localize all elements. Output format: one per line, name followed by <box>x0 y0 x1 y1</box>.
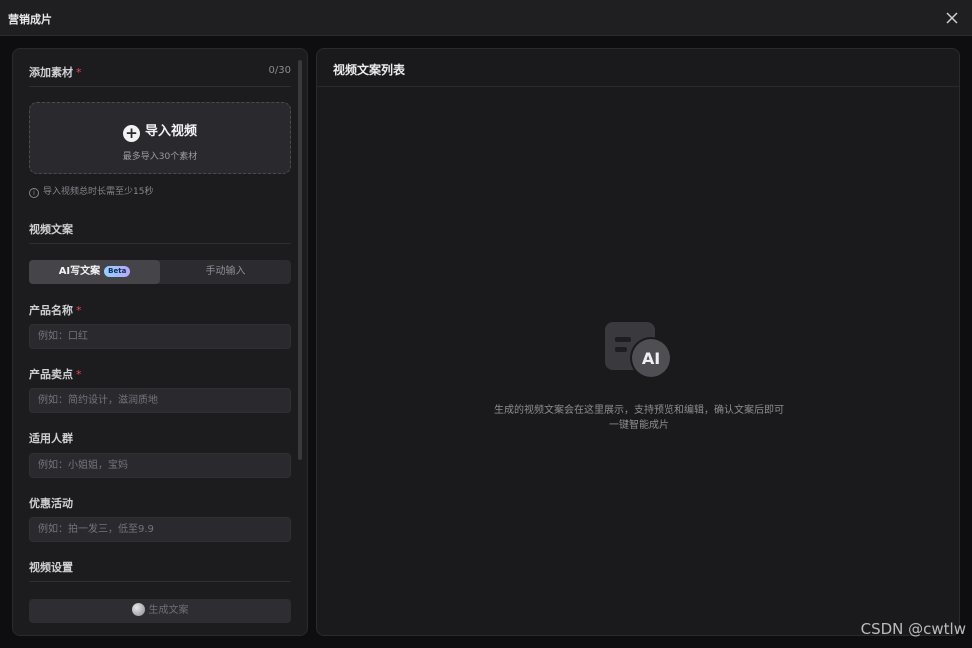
close-button[interactable] <box>942 8 962 28</box>
tab-manual-input[interactable]: 手动输入 <box>160 260 291 284</box>
promotion-label: 优惠活动 <box>29 497 73 510</box>
duration-tip: i 导入视频总时长需至少15秒 <box>29 184 153 198</box>
material-count: 0/30 <box>268 65 291 76</box>
selling-points-label: 产品卖点 * <box>29 368 82 381</box>
watermark: CSDN @cwtlw <box>860 620 966 638</box>
divider <box>29 86 291 87</box>
material-heading: 添加素材 * <box>29 66 82 79</box>
selling-points-input[interactable] <box>29 388 291 413</box>
divider <box>29 581 291 582</box>
beta-badge: Beta <box>104 266 131 277</box>
material-panel: 添加素材 * 0/30 + 导入视频 最多导入30个素材 i 导入视频总时长需至少15… <box>12 48 308 636</box>
import-video-title: + 导入视频 <box>30 120 290 142</box>
divider <box>317 86 959 87</box>
plus-circle-icon: + <box>122 125 140 142</box>
title-bar: 营销成片 <box>0 0 972 36</box>
window-title: 营销成片 <box>8 13 52 26</box>
video-settings-heading: 视频设置 <box>29 561 73 574</box>
spinner-icon <box>131 603 145 616</box>
promotion-input[interactable] <box>29 517 291 542</box>
left-panel-scrollbar[interactable] <box>298 60 302 460</box>
product-name-input[interactable] <box>29 324 291 349</box>
product-name-label: 产品名称 * <box>29 304 82 317</box>
tab-ai-copy[interactable]: AI写文案 Beta <box>29 260 160 284</box>
copy-heading: 视频文案 <box>29 223 73 236</box>
audience-label: 适用人群 <box>29 432 73 445</box>
audience-input[interactable] <box>29 453 291 478</box>
copy-mode-tabs: AI写文案 Beta 手动输入 <box>29 260 291 284</box>
empty-state-text: 生成的视频文案会在这里展示，支持预览和编辑，确认文案后即可 一键智能成片 <box>494 405 784 431</box>
import-video-dropzone[interactable]: + 导入视频 最多导入30个素材 <box>29 102 291 174</box>
generate-copy-button[interactable]: 生成文案 <box>29 599 291 623</box>
ai-icon-text: AI <box>642 349 660 368</box>
divider <box>29 243 291 244</box>
import-video-subtitle: 最多导入30个素材 <box>122 152 198 162</box>
copy-list-title: 视频文案列表 <box>333 63 406 77</box>
ai-document-icon: AI <box>605 322 672 379</box>
info-icon: i <box>29 188 39 198</box>
copy-list-panel: 视频文案列表 AI 生成的视频文案会在这里展示，支持预览和编辑，确认文案后即可 … <box>316 48 960 636</box>
close-icon <box>946 12 958 24</box>
